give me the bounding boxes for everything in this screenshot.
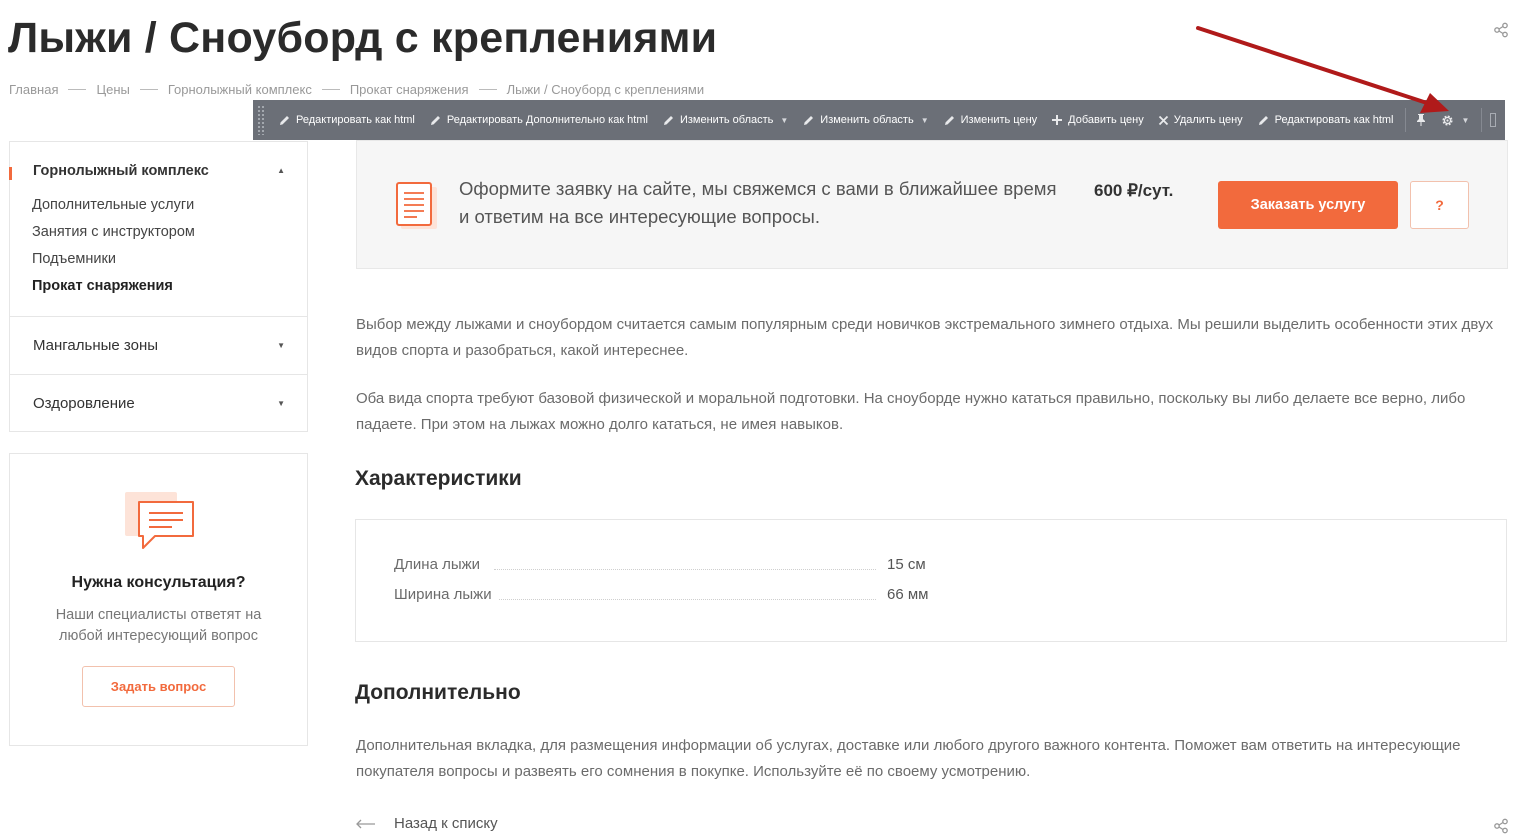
sidebar-item-lifts[interactable]: Подъемники [32, 251, 116, 267]
chevron-down-icon[interactable]: ▼ [277, 399, 285, 408]
toolbar-divider [1481, 108, 1483, 132]
consultation-card: Нужна консультация? Наши специалисты отв… [9, 453, 308, 746]
toolbar-item-label: Изменить область [679, 114, 774, 126]
toolbar-item-label: Изменить область [820, 114, 914, 126]
back-to-list-label: Назад к списку [394, 815, 498, 832]
x-icon [1158, 115, 1168, 125]
dotted-leader [494, 569, 876, 570]
breadcrumb: Главная Цены Горнолыжный комплекс Прокат… [9, 82, 704, 97]
dotted-leader [494, 599, 876, 600]
arrow-left-icon [356, 819, 375, 828]
annotation-arrow-icon [1196, 26, 1449, 113]
pencil-icon [280, 115, 289, 125]
chevron-down-icon: ▼ [780, 115, 789, 125]
characteristic-name: Длина лыжи [394, 556, 487, 573]
document-icon [396, 182, 437, 229]
sidebar-section-ski-complex: Горнолыжный комплекс ▲ Дополнительные ус… [10, 142, 307, 317]
toolbar-item-label: Редактировать как html [296, 114, 415, 126]
content-paragraph: Оба вида спорта требуют базовой физическ… [356, 390, 1466, 433]
sidebar-section-title[interactable]: Оздоровление [33, 395, 135, 412]
breadcrumb-equipment-rental[interactable]: Прокат снаряжения [350, 82, 469, 97]
characteristic-value: 15 см [887, 556, 926, 573]
sidebar-section-wellness[interactable]: Оздоровление ▼ [10, 375, 307, 431]
chevron-down-icon: ▼ [1461, 115, 1470, 125]
chevron-down-icon: ▼ [920, 115, 929, 125]
chevron-down-icon[interactable]: ▼ [277, 341, 285, 350]
ask-question-button[interactable]: Задать вопрос [82, 666, 235, 707]
sidebar-item-instructor-lessons[interactable]: Занятия с инструктором [32, 224, 195, 240]
toolbar-item-label: Редактировать Дополнительно как html [446, 114, 648, 126]
share-icon[interactable] [1493, 818, 1509, 834]
toolbar-add-price-button[interactable]: Добавить цену [1044, 100, 1151, 140]
toolbar-change-price-button[interactable]: Изменить цену [936, 100, 1045, 140]
toolbar-edit-html-button[interactable]: Редактировать как html [271, 100, 422, 140]
extra-heading: Дополнительно [355, 681, 521, 704]
sidebar-menu: Горнолыжный комплекс ▲ Дополнительные ус… [9, 141, 308, 432]
breadcrumb-prices[interactable]: Цены [96, 82, 129, 97]
chevron-up-icon[interactable]: ▲ [277, 166, 285, 175]
sidebar-section-title[interactable]: Горнолыжный комплекс [33, 163, 209, 179]
sidebar-section-bbq-zones[interactable]: Мангальные зоны ▼ [10, 317, 307, 375]
question-button[interactable]: ? [1410, 181, 1469, 229]
order-service-button[interactable]: Заказать услугу [1218, 181, 1398, 229]
pencil-icon [663, 115, 673, 125]
characteristic-row: Ширина лыжи 66 мм [394, 586, 954, 606]
breadcrumb-home[interactable]: Главная [9, 82, 58, 97]
breadcrumb-separator [68, 89, 87, 90]
toolbar-change-area-button[interactable]: Изменить область ▼ [655, 100, 795, 140]
chat-message-icon [125, 492, 194, 549]
toolbar-change-area-button-2[interactable]: Изменить область ▼ [795, 100, 935, 140]
characteristics-table: Длина лыжи 15 см Ширина лыжи 66 мм [355, 519, 1507, 642]
characteristic-value: 66 мм [887, 586, 929, 603]
toolbar-item-label: Добавить цену [1068, 114, 1144, 126]
plus-icon [1052, 115, 1063, 125]
share-icon[interactable] [1493, 22, 1509, 38]
characteristics-heading: Характеристики [355, 467, 522, 490]
content-paragraph: Выбор между лыжами и сноубордом считаетс… [356, 316, 1494, 359]
breadcrumb-separator [139, 89, 158, 90]
price-label: 600 ₽/сут. [1094, 181, 1174, 200]
breadcrumb-separator [321, 89, 340, 90]
breadcrumb-ski-complex[interactable]: Горнолыжный комплекс [168, 82, 312, 97]
order-panel: Оформите заявку на сайте, мы свяжемся с … [356, 140, 1508, 269]
toolbar-item-label: Изменить цену [960, 114, 1038, 126]
drag-handle-icon[interactable] [257, 105, 265, 135]
page-title: Лыжи / Сноуборд с креплениями [8, 14, 718, 62]
pencil-icon [430, 115, 440, 125]
consultation-text: Наши специалисты ответят на любой интере… [55, 607, 262, 644]
back-to-list-link[interactable]: Назад к списку [356, 815, 498, 832]
sidebar-item-additional-services[interactable]: Дополнительные услуги [32, 197, 194, 213]
consultation-title: Нужна консультация? [71, 574, 246, 591]
pencil-icon [944, 115, 954, 125]
characteristic-row: Длина лыжи 15 см [394, 556, 954, 576]
sidebar-item-equipment-rental[interactable]: Прокат снаряжения [32, 278, 173, 294]
pencil-icon [804, 115, 814, 125]
order-description: Оформите заявку на сайте, мы свяжемся с … [459, 178, 1057, 227]
characteristic-name: Ширина лыжи [394, 586, 498, 603]
breadcrumb-current: Лыжи / Сноуборд с креплениями [506, 82, 705, 97]
sidebar-section-title[interactable]: Мангальные зоны [33, 337, 158, 354]
toolbar-edit-extra-html-button[interactable]: Редактировать Дополнительно как html [422, 100, 655, 140]
breadcrumb-separator [478, 89, 497, 90]
toolbar-resize-handle-icon[interactable] [1490, 113, 1497, 127]
extra-paragraph: Дополнительная вкладка, для размещения и… [356, 737, 1461, 780]
